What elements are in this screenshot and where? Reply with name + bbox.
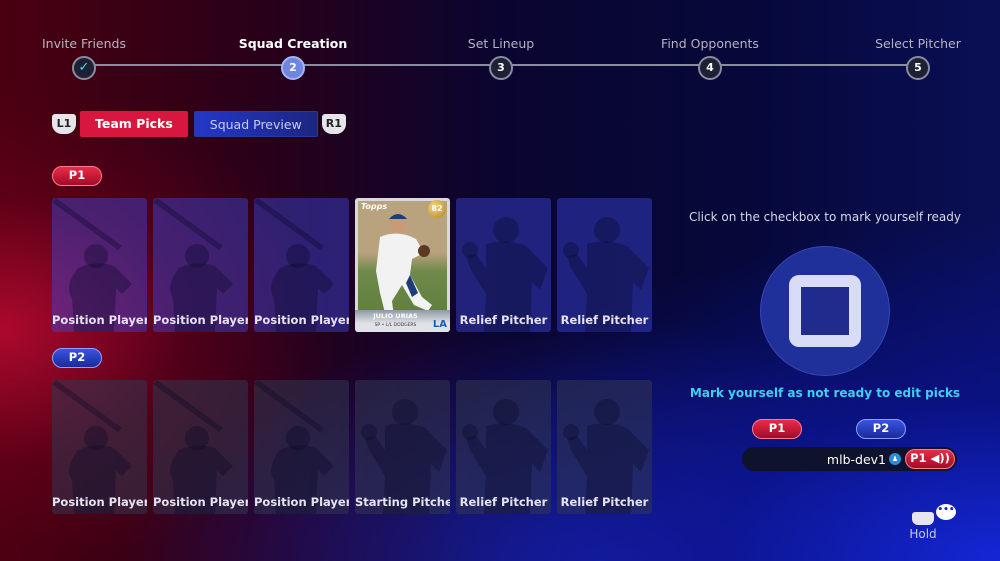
player-name: JULIO URIAS — [373, 312, 418, 320]
step-label: Squad Creation — [238, 36, 348, 51]
empty-slot-card[interactable]: Relief Pitcher — [456, 380, 551, 514]
step-label: Set Lineup — [467, 36, 535, 51]
user-slot-badge: P1 ◀)) — [905, 449, 955, 469]
batter-silhouette-icon — [153, 380, 233, 514]
step-squad-creation[interactable]: Squad Creation 2 — [223, 36, 363, 80]
p2-badge: P2 — [52, 348, 102, 368]
step-number: 3 — [489, 56, 513, 80]
step-number: 4 — [698, 56, 722, 80]
step-label: Find Opponents — [661, 36, 759, 51]
player-team: SP • L/L DODGERS — [374, 323, 417, 328]
pitcher-silhouette-icon — [563, 399, 649, 514]
checkbox-icon[interactable] — [789, 275, 861, 347]
batter-silhouette-icon — [52, 380, 132, 514]
pitcher-silhouette-icon — [462, 399, 548, 514]
p2-slot-button[interactable]: P2 — [856, 419, 906, 439]
empty-slot-card[interactable]: Relief Pitcher — [557, 198, 652, 332]
slot-label: Relief Pitcher — [560, 495, 649, 509]
slot-label: Relief Pitcher — [459, 313, 548, 327]
p1-slot-button[interactable]: P1 — [752, 419, 802, 439]
slot-label: Position Player — [153, 313, 248, 327]
batter-silhouette-icon — [153, 198, 233, 332]
step-invite-friends[interactable]: Invite Friends ✓ — [14, 36, 154, 80]
pitcher-silhouette-icon — [563, 217, 649, 332]
rating-badge: 82 — [428, 200, 446, 218]
step-select-pitcher[interactable]: Select Pitcher 5 — [848, 36, 988, 80]
ready-hint: Click on the checkbox to mark yourself r… — [688, 210, 962, 224]
empty-slot-card[interactable]: Position Player — [52, 380, 147, 514]
empty-slot-card[interactable]: Position Player — [153, 380, 248, 514]
hold-label: Hold — [909, 527, 937, 541]
progress-stepper: Invite Friends ✓ Squad Creation 2 Set Li… — [0, 0, 1000, 90]
empty-slot-card[interactable]: Relief Pitcher — [456, 198, 551, 332]
player-card[interactable]: Topps 82 JULIO URIAS SP • L/L DODGERS LA — [355, 198, 450, 332]
chat-bubble-icon: ••• — [936, 504, 956, 520]
ready-status-text: Mark yourself as not ready to edit picks — [689, 386, 961, 400]
touchpad-icon — [912, 512, 934, 525]
slot-label: Starting Pitcher — [355, 495, 450, 509]
empty-slot-card[interactable]: Position Player — [52, 198, 147, 332]
slot-label: Position Player — [153, 495, 248, 509]
p2-squad-row: Position Player Position Player Position P… — [52, 380, 652, 514]
playstation-icon: ♟ — [889, 453, 901, 465]
empty-slot-card[interactable]: Relief Pitcher — [557, 380, 652, 514]
empty-slot-card[interactable]: Starting Pitcher — [355, 380, 450, 514]
empty-slot-card[interactable]: Position Player — [254, 380, 349, 514]
step-number: 2 — [281, 56, 305, 80]
team-logo-icon: LA — [432, 319, 447, 330]
batter-silhouette-icon — [254, 198, 334, 332]
batter-silhouette-icon — [254, 380, 334, 514]
step-number: 5 — [906, 56, 930, 80]
empty-slot-card[interactable]: Position Player — [153, 198, 248, 332]
step-label: Select Pitcher — [875, 36, 961, 51]
card-brand: Topps — [361, 202, 388, 211]
slot-label: Position Player — [52, 495, 147, 509]
slot-label: Position Player — [254, 495, 349, 509]
chat-hold-control[interactable]: ••• Hold — [905, 503, 965, 548]
p1-badge: P1 — [52, 166, 102, 186]
tab-team-picks[interactable]: Team Picks — [80, 111, 188, 137]
slot-label: Position Player — [52, 313, 147, 327]
l1-button-icon[interactable]: L1 — [52, 114, 76, 134]
slot-label: Relief Pitcher — [560, 313, 649, 327]
batter-silhouette-icon — [52, 198, 132, 332]
r1-button-icon[interactable]: R1 — [321, 114, 346, 134]
ready-button[interactable] — [760, 246, 890, 376]
empty-slot-card[interactable]: Position Player — [254, 198, 349, 332]
step-find-opponents[interactable]: Find Opponents 4 — [640, 36, 780, 80]
username: mlb-dev1 — [826, 451, 886, 467]
tab-bar: L1 Team Picks Squad Preview R1 — [52, 111, 346, 137]
slot-label: Relief Pitcher — [459, 495, 548, 509]
p1-squad-row: Position Player Position Player Position P… — [52, 198, 652, 332]
check-icon: ✓ — [72, 56, 96, 80]
pitcher-silhouette-icon — [462, 217, 548, 332]
nameplate: JULIO URIAS SP • L/L DODGERS LA — [355, 310, 450, 332]
step-set-lineup[interactable]: Set Lineup 3 — [431, 36, 571, 80]
step-label: Invite Friends — [42, 36, 126, 51]
slot-label: Position Player — [254, 313, 349, 327]
pitcher-silhouette-icon — [361, 399, 447, 514]
tab-squad-preview[interactable]: Squad Preview — [193, 111, 318, 137]
user-bar: mlb-dev1 ♟ P1 ◀)) — [742, 447, 957, 471]
